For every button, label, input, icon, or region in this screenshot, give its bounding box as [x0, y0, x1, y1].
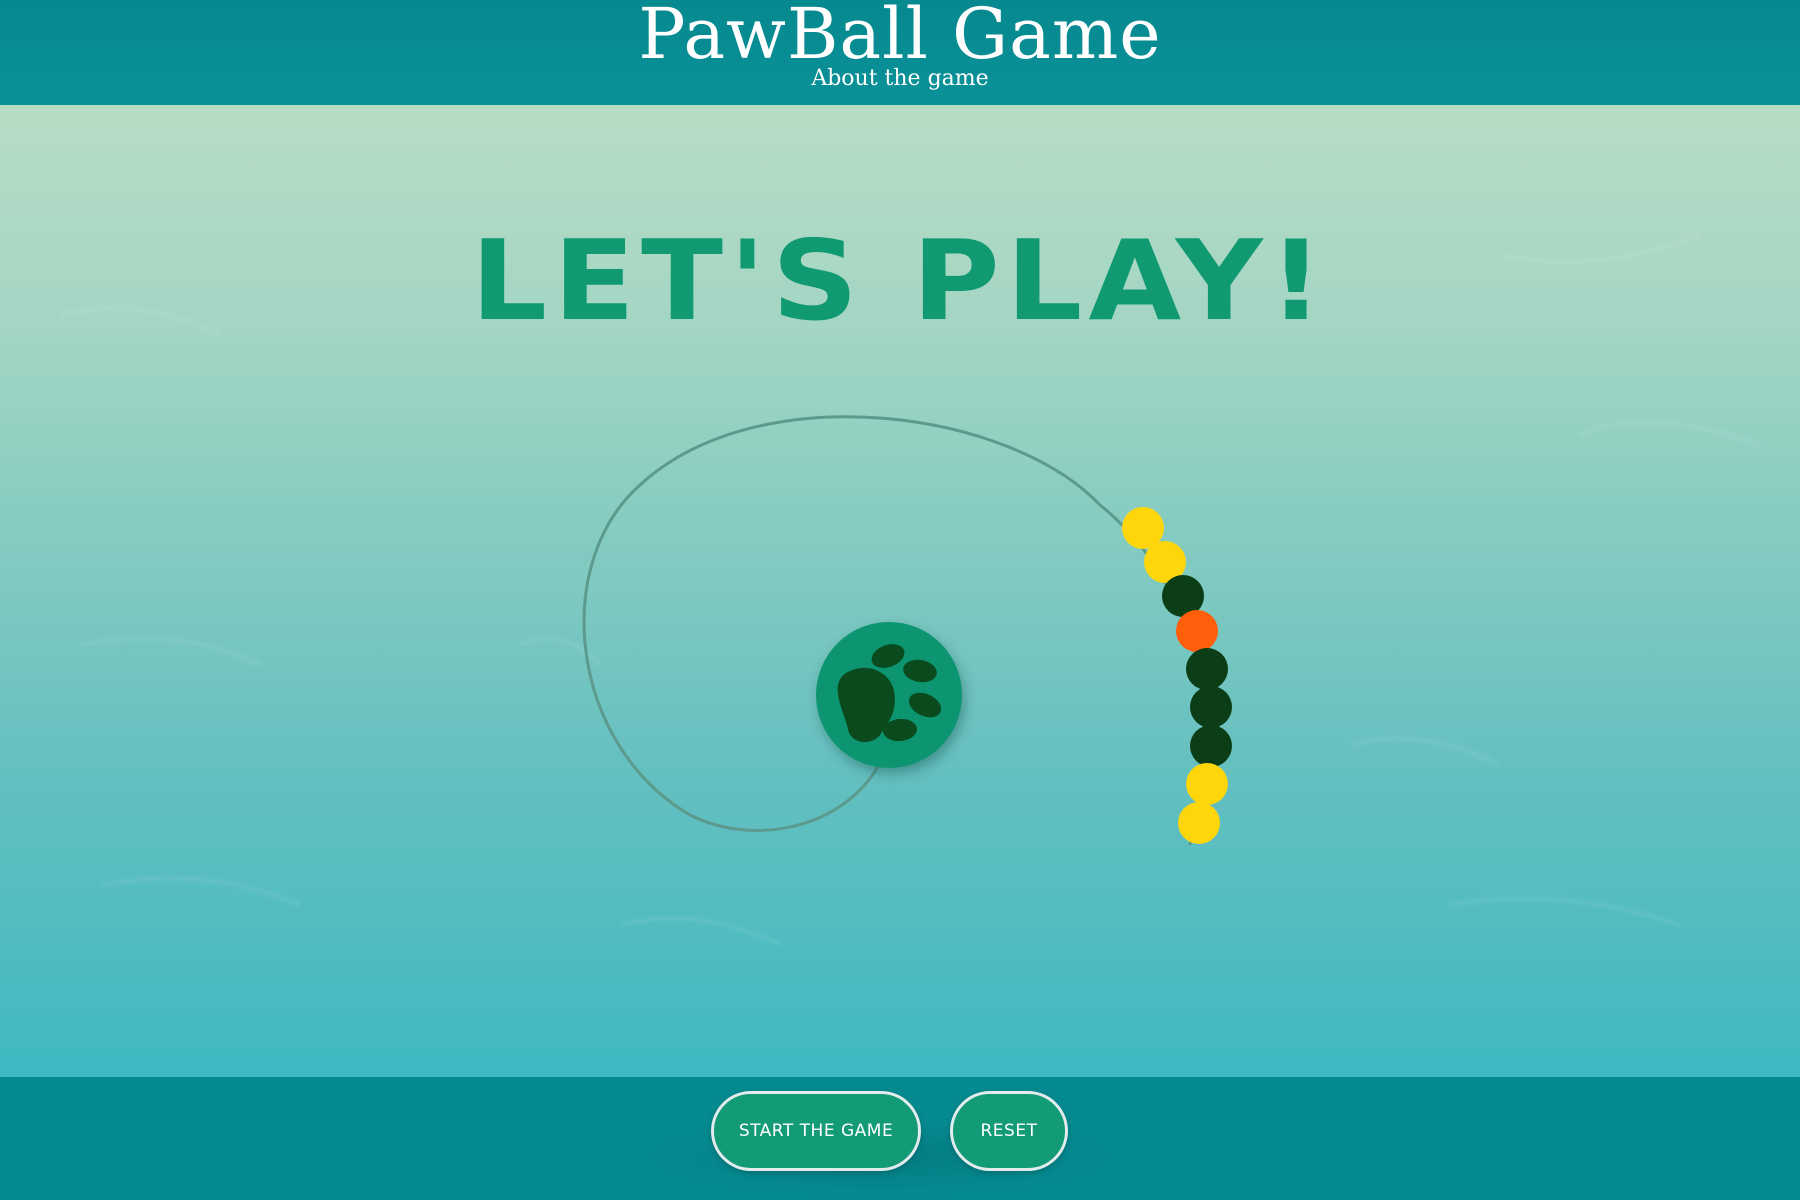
ball-orange	[1176, 610, 1218, 652]
game-title: PawBall Game	[638, 0, 1162, 75]
game-header: PawBall Game About the game	[0, 0, 1800, 105]
ball-dark-green	[1190, 686, 1232, 728]
ball-chain	[1122, 507, 1232, 844]
ball-yellow	[1186, 763, 1228, 805]
ball-dark-green	[1190, 725, 1232, 767]
lets-play-heading: LET'S PLAY!	[470, 217, 1330, 346]
reset-button[interactable]: RESET	[950, 1091, 1068, 1171]
control-bar: START THE GAME RESET	[0, 1077, 1800, 1200]
game-stage[interactable]: LET'S PLAY!	[0, 105, 1800, 1077]
about-the-game-link[interactable]: About the game	[0, 66, 1800, 92]
start-game-button[interactable]: START THE GAME	[711, 1091, 921, 1171]
ball-yellow	[1178, 802, 1220, 844]
ball-dark-green	[1186, 648, 1228, 690]
